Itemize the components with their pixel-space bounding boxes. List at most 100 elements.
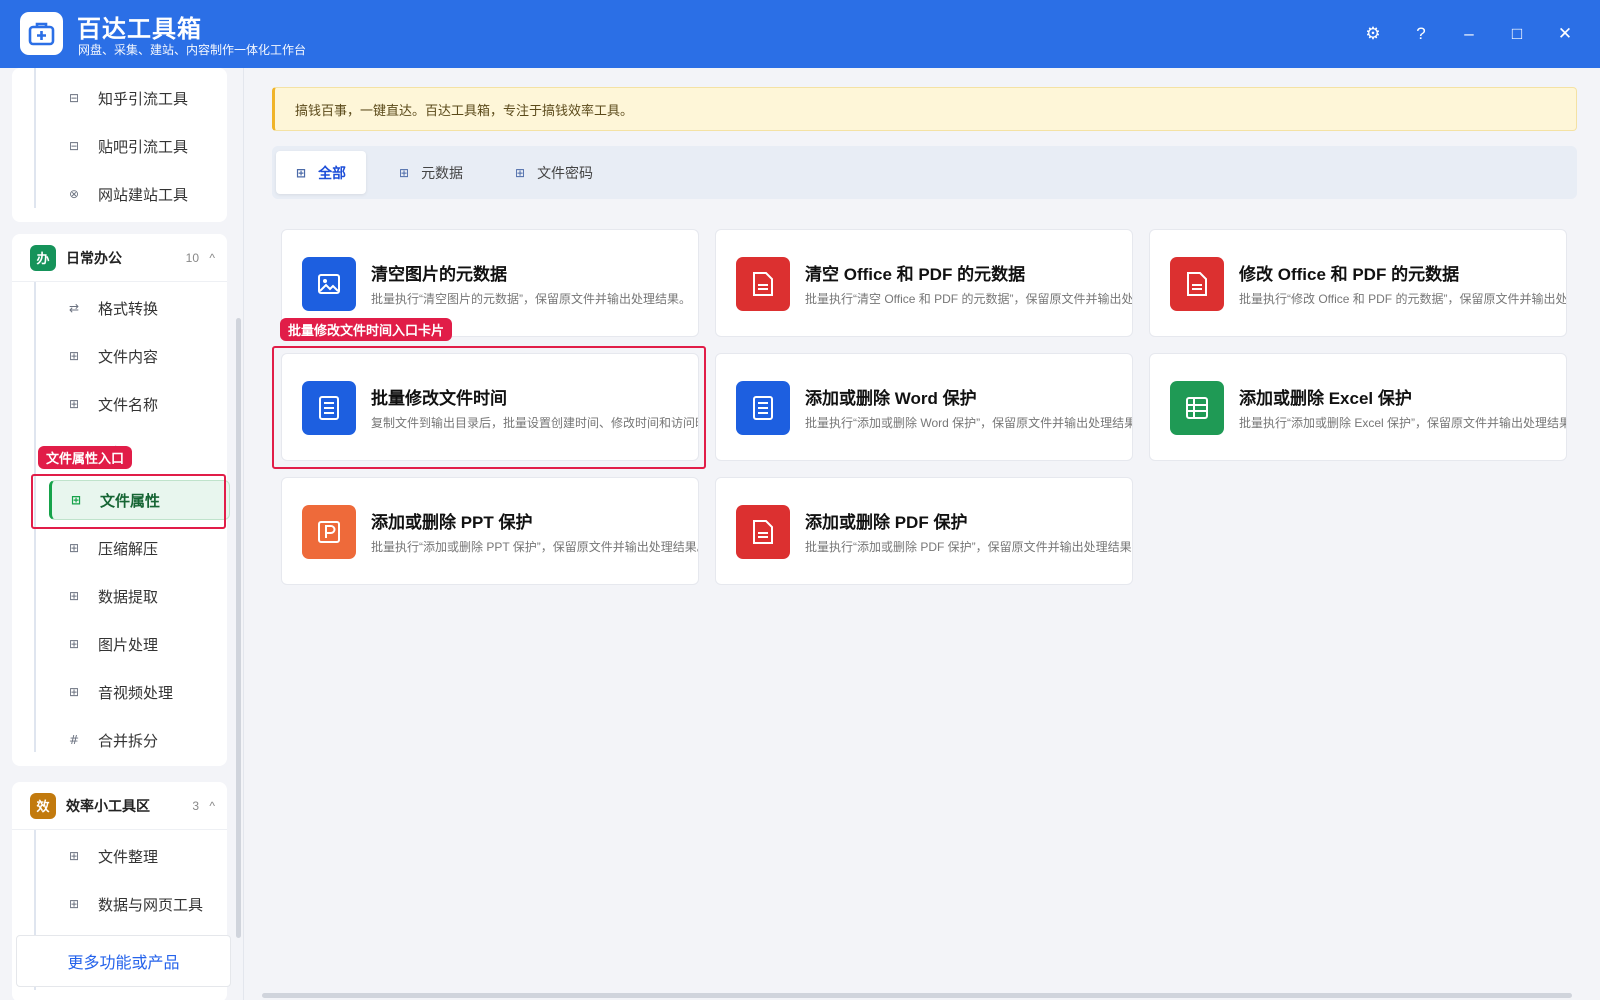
grid-icon: ⊞ bbox=[399, 165, 410, 180]
sidebar: ⊟ 知乎引流工具 ⊟ 贴吧引流工具 ⊗ 网站建站工具 办 日常办公 10 ^ ⇄ 格式转… bbox=[0, 68, 244, 1000]
grid-icon: ⊞ bbox=[68, 637, 80, 651]
tab-label: 全部 bbox=[318, 164, 347, 181]
sidebar-item-label: 知乎引流工具 bbox=[98, 90, 189, 108]
tool-card-edit-office-pdf-metadata[interactable]: 修改 Office 和 PDF 的元数据 批量执行“修改 Office 和 PD… bbox=[1149, 229, 1567, 337]
grid-icon: ⊞ bbox=[68, 349, 80, 363]
tab-all[interactable]: ⊞ 全部 bbox=[276, 151, 367, 194]
tool-title: 添加或删除 PDF 保护 bbox=[805, 513, 968, 532]
image-icon bbox=[302, 257, 356, 311]
document-icon bbox=[736, 505, 790, 559]
sidebar-item-label: 数据与网页工具 bbox=[98, 896, 204, 914]
sidebar-item-file-content[interactable]: ⊞ 文件内容 bbox=[34, 336, 232, 376]
tool-title: 清空图片的元数据 bbox=[371, 265, 507, 284]
collapse-caret-icon[interactable]: ^ bbox=[209, 799, 215, 813]
category-tabs: ⊞ 全部 ⊞ 元数据 ⊞ 文件密码 bbox=[272, 146, 1577, 199]
sidebar-item-label: 文件名称 bbox=[98, 396, 159, 414]
sidebar-item-file-organize[interactable]: ⊞ 文件整理 bbox=[34, 836, 232, 876]
grid-icon: ⊞ bbox=[515, 165, 526, 180]
collapse-caret-icon[interactable]: ^ bbox=[209, 251, 215, 265]
group-badge: 效 bbox=[30, 792, 56, 819]
sidebar-group-promo: ⊟ 知乎引流工具 ⊟ 贴吧引流工具 ⊗ 网站建站工具 bbox=[12, 68, 227, 222]
tool-title: 添加或删除 PPT 保护 bbox=[371, 513, 533, 532]
sidebar-item-audio-video[interactable]: ⊞ 音视频处理 bbox=[34, 672, 232, 712]
sidebar-item-compress[interactable]: ⊞ 压缩解压 bbox=[34, 528, 232, 568]
presentation-icon bbox=[302, 505, 356, 559]
swap-icon: ⇄ bbox=[68, 301, 80, 315]
tool-card-pdf-protection[interactable]: 添加或删除 PDF 保护 批量执行“添加或删除 PDF 保护”，保留原文件并输出… bbox=[715, 477, 1133, 585]
sidebar-item-label: 贴吧引流工具 bbox=[98, 138, 189, 156]
group-header-office[interactable]: 办 日常办公 10 ^ bbox=[12, 234, 227, 282]
group-name: 日常办公 bbox=[66, 249, 122, 266]
tool-description: 批量执行“修改 Office 和 PDF 的元数据”，保留原文件并输出处理结果。 bbox=[1239, 292, 1567, 306]
app-subtitle: 网盘、采集、建站、内容制作一体化工作台 bbox=[78, 43, 307, 57]
notice-banner: 搞钱百事，一键直达。百达工具箱，专注于搞钱效率工具。 bbox=[272, 87, 1577, 131]
tool-description: 批量执行“清空 Office 和 PDF 的元数据”，保留原文件并输出处理结果。 bbox=[805, 292, 1133, 306]
sidebar-item-label: 文件内容 bbox=[98, 348, 159, 366]
tool-description: 批量执行“清空图片的元数据”，保留原文件并输出处理结果。 bbox=[371, 292, 691, 306]
tool-title: 清空 Office 和 PDF 的元数据 bbox=[805, 265, 1026, 284]
sidebar-item-label: 图片处理 bbox=[98, 636, 159, 654]
annotation-tag-sidebar: 文件属性入口 bbox=[38, 446, 133, 469]
doc-icon: ⊟ bbox=[68, 91, 80, 105]
sidebar-item-label: 音视频处理 bbox=[98, 684, 174, 702]
app-title: 百达工具箱 bbox=[77, 16, 202, 43]
doc-icon: ⊟ bbox=[68, 139, 80, 153]
tool-card-clear-office-pdf-metadata[interactable]: 清空 Office 和 PDF 的元数据 批量执行“清空 Office 和 PD… bbox=[715, 229, 1133, 337]
hash-icon: # bbox=[68, 733, 80, 747]
tool-card-excel-protection[interactable]: 添加或删除 Excel 保护 批量执行“添加或删除 Excel 保护”，保留原文… bbox=[1149, 353, 1567, 461]
tool-description: 批量执行“添加或删除 Excel 保护”，保留原文件并输出处理结果。 bbox=[1239, 416, 1567, 430]
sidebar-item-merge-split[interactable]: # 合并拆分 bbox=[34, 720, 232, 760]
tool-card-ppt-protection[interactable]: 添加或删除 PPT 保护 批量执行“添加或删除 PPT 保护”，保留原文件并输出… bbox=[281, 477, 699, 585]
document-icon bbox=[1170, 257, 1224, 311]
sidebar-item-website[interactable]: ⊗ 网站建站工具 bbox=[34, 174, 232, 214]
sidebar-item-image[interactable]: ⊞ 图片处理 bbox=[34, 624, 232, 664]
title-bar: 百达工具箱 网盘、采集、建站、内容制作一体化工作台 ⚙ ? – □ ✕ bbox=[0, 0, 1600, 68]
tool-title: 添加或删除 Excel 保护 bbox=[1239, 389, 1412, 408]
toolbox-logo-icon bbox=[20, 12, 63, 55]
tool-title: 添加或删除 Word 保护 bbox=[805, 389, 977, 408]
group-badge: 办 bbox=[30, 244, 56, 271]
grid-icon: ⊞ bbox=[296, 165, 307, 180]
sidebar-item-data-web[interactable]: ⊞ 数据与网页工具 bbox=[34, 884, 232, 924]
sidebar-scrollbar[interactable] bbox=[236, 318, 241, 938]
sidebar-item-zhihu[interactable]: ⊟ 知乎引流工具 bbox=[34, 78, 232, 118]
more-features-button[interactable]: 更多功能或产品 bbox=[16, 935, 231, 987]
tab-label: 元数据 bbox=[421, 164, 464, 181]
tab-metadata[interactable]: ⊞ 元数据 bbox=[379, 151, 483, 194]
sidebar-item-label: 格式转换 bbox=[98, 300, 159, 318]
highlight-box-card bbox=[272, 346, 706, 469]
group-header-efficiency[interactable]: 效 效率小工具区 3 ^ bbox=[12, 782, 227, 830]
sidebar-item-format-convert[interactable]: ⇄ 格式转换 bbox=[34, 288, 232, 328]
group-name: 效率小工具区 bbox=[66, 797, 150, 814]
close-icon[interactable]: ✕ bbox=[1551, 20, 1579, 48]
tool-description: 批量执行“添加或删除 Word 保护”，保留原文件并输出处理结果。 bbox=[805, 416, 1133, 430]
tool-description: 批量执行“添加或删除 PDF 保护”，保留原文件并输出处理结果。 bbox=[805, 540, 1133, 554]
group-count: 10 bbox=[185, 250, 199, 265]
sidebar-item-label: 文件整理 bbox=[98, 848, 159, 866]
lines-document-icon bbox=[736, 381, 790, 435]
tab-label: 文件密码 bbox=[537, 164, 594, 181]
sidebar-item-label: 压缩解压 bbox=[98, 540, 159, 558]
sidebar-item-label: 合并拆分 bbox=[98, 732, 159, 750]
sidebar-item-file-name[interactable]: ⊞ 文件名称 bbox=[34, 384, 232, 424]
sidebar-item-tieba[interactable]: ⊟ 贴吧引流工具 bbox=[34, 126, 232, 166]
sidebar-item-data-extract[interactable]: ⊞ 数据提取 bbox=[34, 576, 232, 616]
grid-icon: ⊞ bbox=[68, 849, 80, 863]
table-icon bbox=[1170, 381, 1224, 435]
horizontal-scrollbar[interactable] bbox=[262, 993, 1572, 998]
help-icon[interactable]: ? bbox=[1407, 20, 1435, 48]
tool-title: 修改 Office 和 PDF 的元数据 bbox=[1239, 265, 1460, 284]
tab-file-password[interactable]: ⊞ 文件密码 bbox=[495, 151, 613, 194]
settings-icon[interactable]: ⚙ bbox=[1359, 20, 1387, 48]
annotation-tag-card: 批量修改文件时间入口卡片 bbox=[280, 318, 453, 341]
maximize-icon[interactable]: □ bbox=[1503, 20, 1531, 48]
grid-icon: ⊞ bbox=[68, 589, 80, 603]
highlight-box-sidebar bbox=[31, 474, 226, 529]
sidebar-item-label: 数据提取 bbox=[98, 588, 159, 606]
tool-card-word-protection[interactable]: 添加或删除 Word 保护 批量执行“添加或删除 Word 保护”，保留原文件并… bbox=[715, 353, 1133, 461]
group-count: 3 bbox=[192, 798, 199, 813]
sidebar-item-label: 网站建站工具 bbox=[98, 186, 189, 204]
minimize-icon[interactable]: – bbox=[1455, 20, 1483, 48]
grid-icon: ⊞ bbox=[68, 397, 80, 411]
grid-icon: ⊞ bbox=[68, 685, 80, 699]
